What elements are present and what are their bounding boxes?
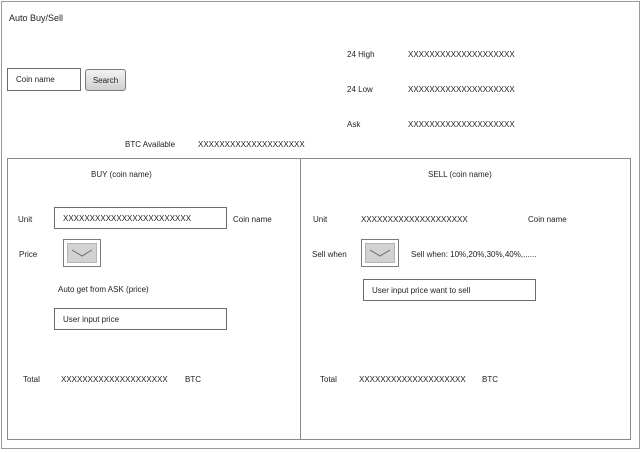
app-title: Auto Buy/Sell [9, 13, 64, 23]
sell-unit-coin-name: Coin name [528, 215, 567, 224]
ask-label: Ask [347, 120, 361, 129]
buy-price-input[interactable]: User input price [54, 308, 227, 330]
sell-total-label: Total [320, 375, 337, 384]
buy-unit-input[interactable]: XXXXXXXXXXXXXXXXXXXXXXXX [54, 207, 227, 229]
coin-search-input[interactable]: Coin name [7, 68, 81, 91]
chevron-down-icon [71, 249, 93, 257]
high-label: 24 High [347, 50, 375, 59]
btc-available-label: BTC Available [125, 140, 176, 149]
search-button[interactable]: Search [85, 69, 126, 91]
sell-when-dropdown[interactable] [361, 239, 399, 267]
buy-heading: BUY (coin name) [91, 170, 152, 179]
btc-available-value: XXXXXXXXXXXXXXXXXXXX [198, 140, 305, 149]
sell-total-value: XXXXXXXXXXXXXXXXXXXX [359, 375, 466, 384]
sell-when-options: Sell when: 10%,20%,30%,40%,...... [411, 250, 537, 259]
buy-unit-coin-name: Coin name [233, 215, 272, 224]
sell-unit-label: Unit [313, 215, 328, 224]
buy-auto-ask-text: Auto get from ASK (price) [58, 285, 149, 294]
buy-total-label: Total [23, 375, 40, 384]
low-value: XXXXXXXXXXXXXXXXXXXX [408, 85, 515, 94]
buy-panel [7, 158, 301, 440]
buy-unit-label: Unit [18, 215, 33, 224]
buy-price-label: Price [19, 250, 38, 259]
ask-value: XXXXXXXXXXXXXXXXXXXX [408, 120, 515, 129]
chevron-down-icon [369, 249, 391, 257]
sell-unit-value: XXXXXXXXXXXXXXXXXXXX [361, 215, 468, 224]
buy-total-value: XXXXXXXXXXXXXXXXXXXX [61, 375, 168, 384]
sell-heading: SELL (coin name) [428, 170, 492, 179]
buy-price-dropdown[interactable] [63, 239, 101, 267]
buy-total-unit: BTC [185, 375, 201, 384]
sell-price-input[interactable]: User input price want to sell [363, 279, 536, 301]
high-value: XXXXXXXXXXXXXXXXXXXX [408, 50, 515, 59]
sell-total-unit: BTC [482, 375, 498, 384]
low-label: 24 Low [347, 85, 373, 94]
sell-when-label: Sell when [312, 250, 347, 259]
